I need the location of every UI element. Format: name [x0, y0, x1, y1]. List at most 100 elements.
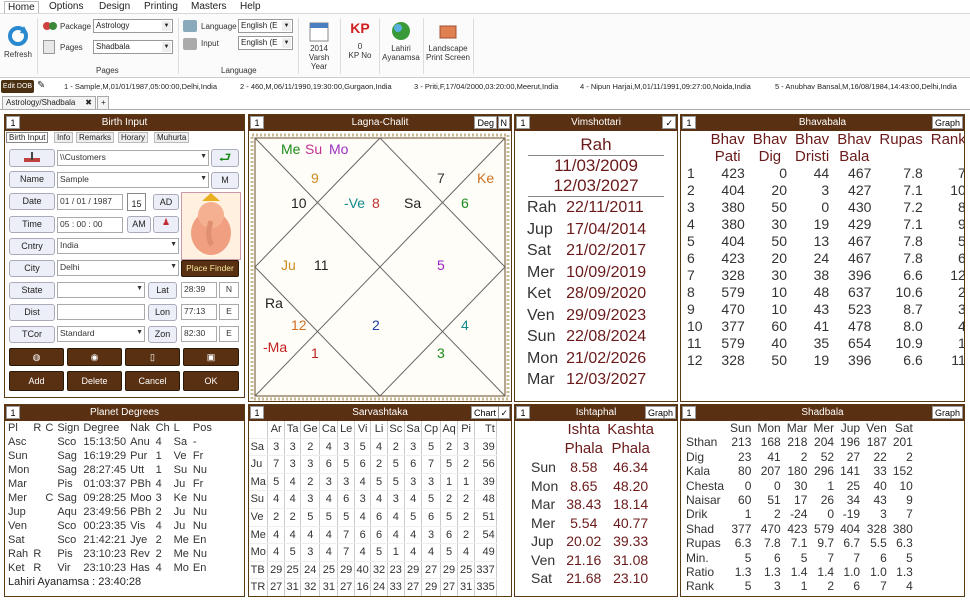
calendar-icon[interactable]: 15 [127, 193, 146, 211]
panel-number[interactable]: 1 [6, 406, 20, 419]
time-input[interactable]: 05 : 00 : 00 [57, 217, 123, 233]
zon-button[interactable]: Zon [148, 326, 177, 343]
recent-item-4[interactable]: 4 - Nipun Harjai,M,01/11/1991,09:27:00,N… [580, 82, 751, 91]
language-select[interactable]: English (E ▼ [238, 19, 293, 33]
panel-number[interactable]: 1 [250, 406, 264, 419]
input-select[interactable]: English (E ▼ [238, 36, 293, 50]
package-select[interactable]: Astrology ▼ [93, 19, 173, 33]
antardasha-row[interactable]: Mon 21/02/2026 [525, 348, 652, 370]
menu-help[interactable]: Help [237, 1, 264, 12]
lon-button[interactable]: Lon [148, 304, 177, 321]
lat-input[interactable]: 28:39 [181, 282, 217, 298]
kp-no-button[interactable]: KP 0 KP No [343, 20, 377, 60]
pages-select[interactable]: Shadbala ▼ [93, 40, 173, 54]
target-button[interactable]: ◉ [67, 348, 122, 366]
import-button[interactable]: ⮐ [211, 149, 239, 167]
deg-button[interactable]: Deg [474, 116, 497, 129]
table-row: Sa 3 3 2 4 3 5 4 2 3 5 2 3 39 [249, 438, 498, 457]
country-select[interactable]: India ▼ [57, 238, 179, 254]
globe-button[interactable]: ◍ [9, 348, 64, 366]
tab-muhurta[interactable]: Muhurta [154, 132, 190, 143]
graph-button[interactable]: Graph [931, 406, 963, 419]
menu-home[interactable]: Home [4, 1, 39, 13]
folder-button[interactable] [9, 149, 55, 167]
refresh-button[interactable]: Refresh [2, 24, 34, 59]
n-button[interactable]: N [497, 116, 510, 129]
antardasha-row[interactable]: Sun 22/08/2024 [525, 326, 652, 348]
menu-printing[interactable]: Printing [141, 1, 181, 12]
gender-button[interactable]: M [211, 172, 239, 189]
varsh-year-button[interactable]: 2014 Varsh Year [300, 20, 338, 71]
chart-button[interactable]: Chart [470, 406, 499, 419]
delete-button[interactable]: Delete [67, 371, 122, 391]
recent-item-5[interactable]: 5 - Anubhav Bansal,M,16/08/1984,14:43:00… [775, 82, 957, 91]
close-icon[interactable]: ✖ [85, 98, 92, 107]
ok-button[interactable]: OK [183, 371, 239, 391]
antardasha-row[interactable]: Sat 21/02/2017 [525, 240, 652, 262]
panel-number[interactable]: 1 [682, 116, 696, 129]
antardasha-row[interactable]: Jup 17/04/2014 [525, 219, 652, 241]
date-input[interactable]: 01 / 01 / 1987 [57, 194, 123, 210]
dist-input[interactable] [57, 304, 145, 320]
state-button[interactable]: State [9, 282, 55, 299]
menu-options[interactable]: Options [46, 1, 86, 12]
country-button[interactable]: Cntry [9, 238, 55, 255]
tcor-button[interactable]: TCor [9, 326, 55, 343]
zon-direction[interactable]: E [219, 326, 239, 342]
panel-number[interactable]: 1 [250, 116, 264, 129]
antardasha-row[interactable]: Mar 12/03/2027 [525, 369, 652, 391]
graph-button[interactable]: Graph [931, 116, 963, 129]
city-button[interactable]: City [9, 260, 55, 277]
ayanamsa-button[interactable]: Lahiri Ayanamsa [381, 20, 421, 62]
place-finder-button[interactable]: Place Finder [181, 260, 239, 277]
graph-button[interactable]: Graph [644, 406, 676, 419]
antardasha-row[interactable]: Ven 29/09/2023 [525, 305, 652, 327]
zon-input[interactable]: 82:30 [181, 326, 217, 342]
city-select[interactable]: Delhi ▼ [57, 260, 179, 276]
name-button[interactable]: Name [9, 171, 55, 188]
lon-input[interactable]: 77:13 [181, 304, 217, 320]
lat-button[interactable]: Lat [148, 282, 177, 299]
tab-info[interactable]: Info [54, 132, 74, 143]
menu-masters[interactable]: Masters [188, 1, 230, 12]
pencil-icon[interactable]: ✎ [37, 80, 45, 91]
am-button[interactable]: AM [127, 216, 151, 233]
checkbox-icon[interactable]: ✓ [662, 116, 676, 129]
antardasha-row[interactable]: Rah 22/11/2011 [525, 197, 652, 219]
panel-number[interactable]: 1 [516, 406, 530, 419]
column-header [249, 421, 269, 439]
name-select[interactable]: Sample ▼ [57, 172, 209, 188]
checkbox-icon[interactable]: ✓ [498, 406, 510, 419]
add-tab-button[interactable]: + [97, 96, 109, 110]
edit-dob-button[interactable]: Edit DOB [1, 80, 34, 93]
tcor-select[interactable]: Standard ▼ [57, 326, 145, 342]
cancel-button[interactable]: Cancel [125, 371, 180, 391]
recent-item-3[interactable]: 3 - Priti,F,17/04/2000,03:20:00,Meerut,I… [414, 82, 558, 91]
folder-select[interactable]: \\Customers ▼ [57, 150, 209, 166]
save-button[interactable]: ▣ [183, 348, 239, 366]
tab-remarks[interactable]: Remarks [76, 132, 115, 143]
antardasha-row[interactable]: Mer 10/09/2019 [525, 262, 652, 284]
lat-direction[interactable]: N [219, 282, 239, 298]
state-select[interactable]: ▼ [57, 282, 145, 298]
panel-number[interactable]: 1 [6, 116, 20, 129]
person-button[interactable]: ♟ [153, 216, 179, 233]
antardasha-row[interactable]: Ket 28/09/2020 [525, 283, 652, 305]
recent-item-2[interactable]: 2 - 460,M,06/11/1990,19:30:00,Gurgaon,In… [240, 82, 392, 91]
tab-astrology-shadbala[interactable]: Astrology/Shadbala ✖ [2, 96, 96, 110]
dist-button[interactable]: Dist [9, 304, 55, 321]
print-screen-button[interactable]: Landscape Print Screen [425, 20, 471, 62]
tab-birth-input[interactable]: Birth Input [6, 132, 49, 143]
recent-item-1[interactable]: 1 - Sample,M,01/01/1987,05:00:00,Delhi,I… [64, 82, 217, 91]
new-button[interactable]: ▯ [125, 348, 180, 366]
table-row: Shad 377 470 423 579 404 328 380 [683, 522, 916, 536]
time-button[interactable]: Time [9, 216, 55, 233]
tab-horary[interactable]: Horary [118, 132, 149, 143]
ad-button[interactable]: AD [153, 194, 179, 210]
panel-number[interactable]: 1 [682, 406, 696, 419]
date-button[interactable]: Date [9, 193, 55, 210]
menu-design[interactable]: Design [96, 1, 133, 12]
lon-direction[interactable]: E [219, 304, 239, 320]
add-button[interactable]: Add [9, 371, 64, 391]
panel-number[interactable]: 1 [516, 116, 530, 129]
